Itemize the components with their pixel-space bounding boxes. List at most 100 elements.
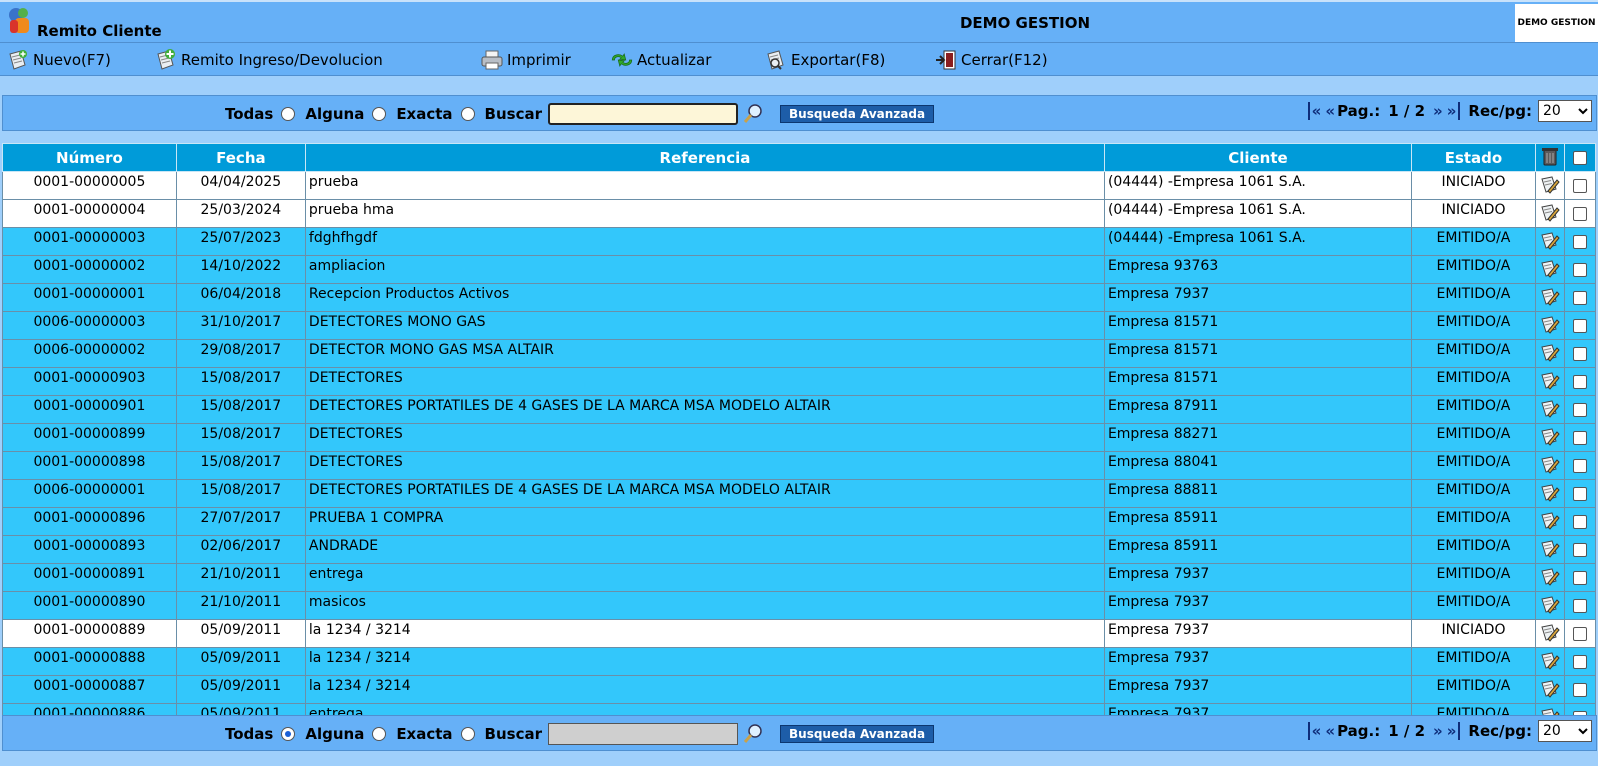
edit-icon[interactable] [1540, 175, 1560, 195]
row-checkbox[interactable] [1573, 683, 1588, 697]
last-page-button[interactable]: » [1447, 722, 1461, 740]
table-row[interactable]: 0006-00000002 29/08/2017 DETECTOR MONO GAS… [2, 339, 1596, 368]
row-checkbox[interactable] [1573, 571, 1588, 585]
edit-icon[interactable] [1540, 427, 1560, 447]
table-row[interactable]: 0001-00000887 05/09/2011 la 1234 / 3214 Emp… [2, 675, 1596, 704]
edit-icon[interactable] [1540, 539, 1560, 559]
row-checkbox[interactable] [1573, 487, 1588, 501]
cell-select[interactable] [1564, 507, 1596, 536]
cell-select[interactable] [1564, 619, 1596, 648]
row-checkbox[interactable] [1573, 431, 1588, 445]
filter-exact-radio[interactable] [460, 727, 475, 741]
edit-icon[interactable] [1540, 651, 1560, 671]
filter-all-radio[interactable] [281, 107, 296, 121]
cell-select[interactable] [1564, 591, 1596, 620]
export-button[interactable]: Exportar(F8) [764, 48, 885, 72]
prev-page-button[interactable]: « [1325, 722, 1335, 740]
cell-edit[interactable] [1534, 479, 1566, 508]
col-status-header[interactable]: Estado [1410, 143, 1536, 172]
row-checkbox[interactable] [1573, 655, 1588, 669]
table-row[interactable]: 0001-00000002 14/10/2022 ampliacion Empresa… [2, 255, 1596, 284]
first-page-button[interactable]: « [1307, 722, 1321, 740]
table-row[interactable]: 0006-00000003 31/10/2017 DETECTORES MONO G… [2, 311, 1596, 340]
edit-icon[interactable] [1540, 371, 1560, 391]
row-checkbox[interactable] [1573, 459, 1588, 473]
edit-icon[interactable] [1540, 231, 1560, 251]
table-row[interactable]: 0006-00000001 15/08/2017 DETECTORES PORTAT… [2, 479, 1596, 508]
cell-select[interactable] [1564, 563, 1596, 592]
advanced-search-button[interactable]: Busqueda Avanzada [780, 105, 935, 123]
cell-edit[interactable] [1534, 199, 1566, 228]
cell-edit[interactable] [1534, 563, 1566, 592]
col-delete-header[interactable] [1534, 143, 1566, 172]
advanced-search-button[interactable]: Busqueda Avanzada [780, 725, 935, 743]
cell-edit[interactable] [1534, 647, 1566, 676]
trash-icon[interactable] [1540, 145, 1560, 167]
cell-edit[interactable] [1534, 339, 1566, 368]
col-client-header[interactable]: Cliente [1103, 143, 1412, 172]
cell-select[interactable] [1564, 479, 1596, 508]
table-row[interactable]: 0001-00000889 05/09/2011 la 1234 / 3214 Emp… [2, 619, 1596, 648]
return-receipt-button[interactable]: Remito Ingreso/Devolucion [154, 48, 383, 72]
next-page-button[interactable]: » [1433, 722, 1443, 740]
cell-select[interactable] [1564, 367, 1596, 396]
table-row[interactable]: 0001-00000003 25/07/2023 fdghfhgdf (04444) … [2, 227, 1596, 256]
table-row[interactable]: 0001-00000901 15/08/2017 DETECTORES PORTAT… [2, 395, 1596, 424]
col-reference-header[interactable]: Referencia [304, 143, 1105, 172]
row-checkbox[interactable] [1573, 599, 1588, 613]
print-button[interactable]: Imprimir [480, 48, 571, 72]
cell-select[interactable] [1564, 311, 1596, 340]
cell-select[interactable] [1564, 451, 1596, 480]
cell-edit[interactable] [1534, 311, 1566, 340]
cell-select[interactable] [1564, 227, 1596, 256]
filter-any-radio[interactable] [372, 107, 387, 121]
filter-exact-radio[interactable] [460, 107, 475, 121]
cell-edit[interactable] [1534, 591, 1566, 620]
edit-icon[interactable] [1540, 343, 1560, 363]
search-input[interactable] [548, 723, 738, 745]
cell-edit[interactable] [1534, 171, 1566, 200]
row-checkbox[interactable] [1573, 319, 1588, 333]
first-page-button[interactable]: « [1307, 102, 1321, 120]
cell-select[interactable] [1564, 199, 1596, 228]
cell-edit[interactable] [1534, 283, 1566, 312]
col-date-header[interactable]: Fecha [175, 143, 306, 172]
last-page-button[interactable]: » [1447, 102, 1461, 120]
row-checkbox[interactable] [1573, 347, 1588, 361]
table-row[interactable]: 0001-00000005 04/04/2025 prueba (04444) -Em… [2, 171, 1596, 200]
edit-icon[interactable] [1540, 259, 1560, 279]
magnifier-icon[interactable] [742, 723, 764, 745]
edit-icon[interactable] [1540, 511, 1560, 531]
cell-edit[interactable] [1534, 255, 1566, 284]
cell-select[interactable] [1564, 647, 1596, 676]
cell-select[interactable] [1564, 171, 1596, 200]
cell-edit[interactable] [1534, 227, 1566, 256]
table-row[interactable]: 0001-00000891 21/10/2011 entrega Empresa 79… [2, 563, 1596, 592]
col-number-header[interactable]: Número [2, 143, 177, 172]
table-row[interactable]: 0001-00000898 15/08/2017 DETECTORES Empresa… [2, 451, 1596, 480]
cell-select[interactable] [1564, 535, 1596, 564]
records-per-page-select[interactable]: 20 [1538, 100, 1592, 122]
filter-any-radio[interactable] [372, 727, 387, 741]
row-checkbox[interactable] [1573, 515, 1588, 529]
cell-select[interactable] [1564, 395, 1596, 424]
row-checkbox[interactable] [1573, 627, 1588, 641]
edit-icon[interactable] [1540, 483, 1560, 503]
table-row[interactable]: 0001-00000888 05/09/2011 la 1234 / 3214 Emp… [2, 647, 1596, 676]
table-row[interactable]: 0001-00000903 15/08/2017 DETECTORES Empresa… [2, 367, 1596, 396]
cell-edit[interactable] [1534, 367, 1566, 396]
row-checkbox[interactable] [1573, 179, 1588, 193]
cell-edit[interactable] [1534, 423, 1566, 452]
cell-select[interactable] [1564, 339, 1596, 368]
table-row[interactable]: 0001-00000893 02/06/2017 ANDRADE Empresa 85… [2, 535, 1596, 564]
refresh-button[interactable]: Actualizar [610, 48, 711, 72]
edit-icon[interactable] [1540, 623, 1560, 643]
table-row[interactable]: 0001-00000001 06/04/2018 Recepcion Product… [2, 283, 1596, 312]
next-page-button[interactable]: » [1433, 102, 1443, 120]
search-input[interactable] [548, 103, 738, 125]
cell-select[interactable] [1564, 283, 1596, 312]
edit-icon[interactable] [1540, 399, 1560, 419]
edit-icon[interactable] [1540, 595, 1560, 615]
row-checkbox[interactable] [1573, 207, 1588, 221]
filter-all-radio[interactable] [281, 727, 296, 741]
